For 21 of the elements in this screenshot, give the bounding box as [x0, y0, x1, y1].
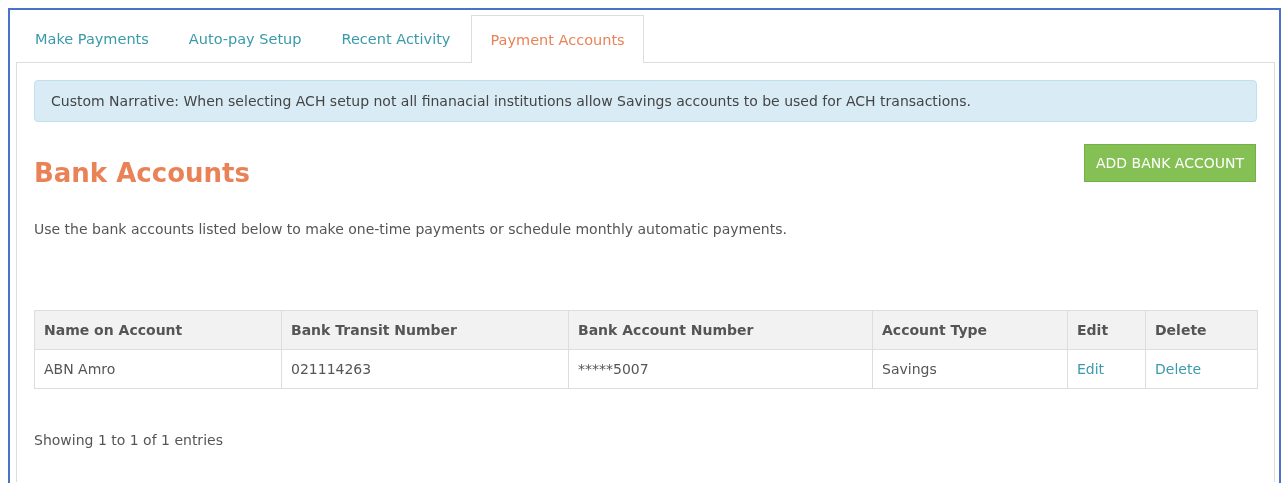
table-cell: Savings	[872, 349, 1068, 389]
description-text: Use the bank accounts listed below to make one-time payments or schedule monthly automatic payments.	[34, 221, 788, 237]
column-header: Bank Transit Number	[281, 310, 569, 350]
table-link[interactable]: Delete	[1155, 361, 1201, 377]
tab[interactable]: Make Payments	[16, 15, 168, 62]
add-bank-account-button[interactable]: ADD BANK ACCOUNT	[1083, 144, 1256, 182]
column-header: Edit	[1067, 310, 1146, 350]
tab[interactable]: Payment Accounts	[471, 15, 644, 63]
column-header: Delete	[1145, 310, 1258, 350]
table-cell: ABN Amro	[34, 349, 282, 389]
table-link[interactable]: Edit	[1077, 361, 1105, 377]
table-cell: 021114263	[281, 349, 569, 389]
table-cell: *****5007	[568, 349, 873, 389]
column-header: Account Type	[872, 310, 1068, 350]
column-header: Bank Account Number	[568, 310, 873, 350]
tab[interactable]: Recent Activity	[322, 15, 470, 62]
column-header: Name on Account	[34, 310, 282, 350]
section-heading: Bank Accounts	[34, 158, 250, 188]
tab[interactable]: Auto-pay Setup	[169, 15, 321, 62]
alert-text: Custom Narrative: When selecting ACH setup not all finanacial institutions allow Savings accounts to be used for ACH transactions.	[51, 93, 971, 109]
entries-info: Showing 1 to 1 of 1 entries	[34, 432, 224, 448]
